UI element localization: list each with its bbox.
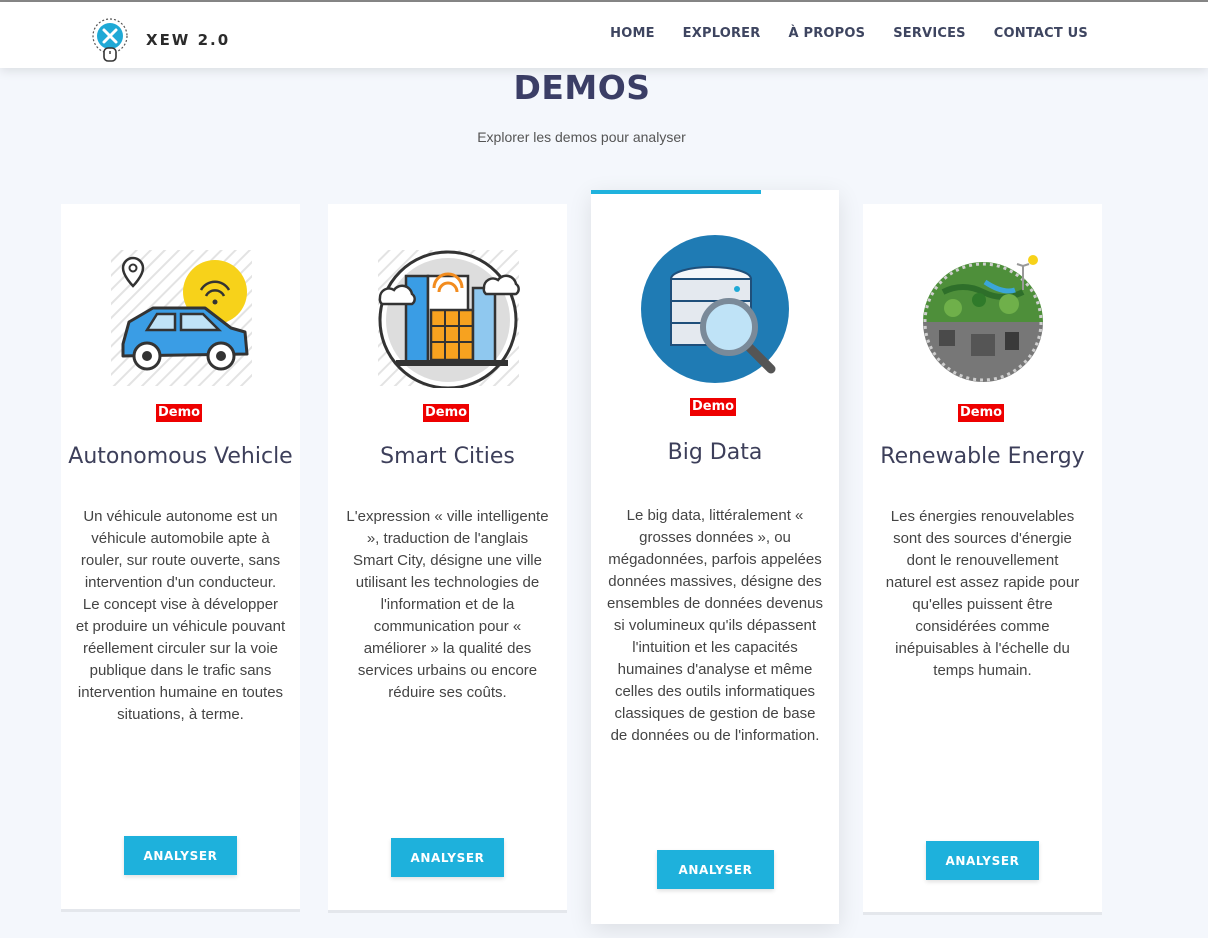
card-title: Renewable Energy xyxy=(880,444,1085,469)
city-icon xyxy=(376,248,521,390)
nav-contact-us[interactable]: CONTACT US xyxy=(994,26,1088,41)
card-title: Smart Cities xyxy=(380,444,515,469)
nav-home[interactable]: HOME xyxy=(610,26,655,41)
section-subtitle: Explorer les demos pour analyser xyxy=(477,129,686,145)
demo-badge: Demo xyxy=(690,398,737,416)
card-description: Un véhicule autonome est un véhicule aut… xyxy=(75,508,286,723)
x-badge-logo-icon xyxy=(92,18,128,62)
analyser-button[interactable]: ANALYSER xyxy=(391,838,504,877)
demo-card-autonomous-vehicle: Demo Autonomous Vehicle Un véhicule auto… xyxy=(61,204,300,912)
active-card-indicator xyxy=(591,190,761,194)
demo-badge: Demo xyxy=(156,404,203,422)
section-title: DEMOS xyxy=(513,68,651,107)
analyser-button[interactable]: ANALYSER xyxy=(926,841,1039,880)
card-title: Big Data xyxy=(667,440,763,465)
card-description: Les énergies renouvelables sont des sour… xyxy=(885,508,1080,679)
nav-explorer[interactable]: EXPLORER xyxy=(683,26,761,41)
analyser-button[interactable]: ANALYSER xyxy=(657,850,774,889)
card-description: Le big data, littéralement « grosses don… xyxy=(607,507,823,744)
site-header: XEW 2.0 HOME EXPLORER À PROPOS SERVICES … xyxy=(0,2,1208,68)
planet-energy-icon xyxy=(913,252,1053,387)
demo-badge: Demo xyxy=(958,404,1005,422)
card-title: Autonomous Vehicle xyxy=(68,444,293,469)
database-search-icon xyxy=(641,235,791,385)
demo-card-smart-cities: Demo Smart Cities L'expression « ville i… xyxy=(328,204,567,913)
demo-card-renewable-energy: Demo Renewable Energy Les énergies renou… xyxy=(863,204,1102,915)
analyser-button[interactable]: ANALYSER xyxy=(124,836,237,875)
demo-badge: Demo xyxy=(423,404,470,422)
nav-services[interactable]: SERVICES xyxy=(893,26,966,41)
car-icon xyxy=(109,248,254,388)
brand-name: XEW 2.0 xyxy=(146,31,231,49)
card-description: L'expression « ville intelligente », tra… xyxy=(346,508,549,701)
brand-logo[interactable]: XEW 2.0 xyxy=(84,18,230,62)
main-nav: HOME EXPLORER À PROPOS SERVICES CONTACT … xyxy=(582,26,1088,41)
nav-a-propos[interactable]: À PROPOS xyxy=(788,26,865,41)
demo-card-big-data: Demo Big Data Le big data, littéralement… xyxy=(591,190,839,924)
